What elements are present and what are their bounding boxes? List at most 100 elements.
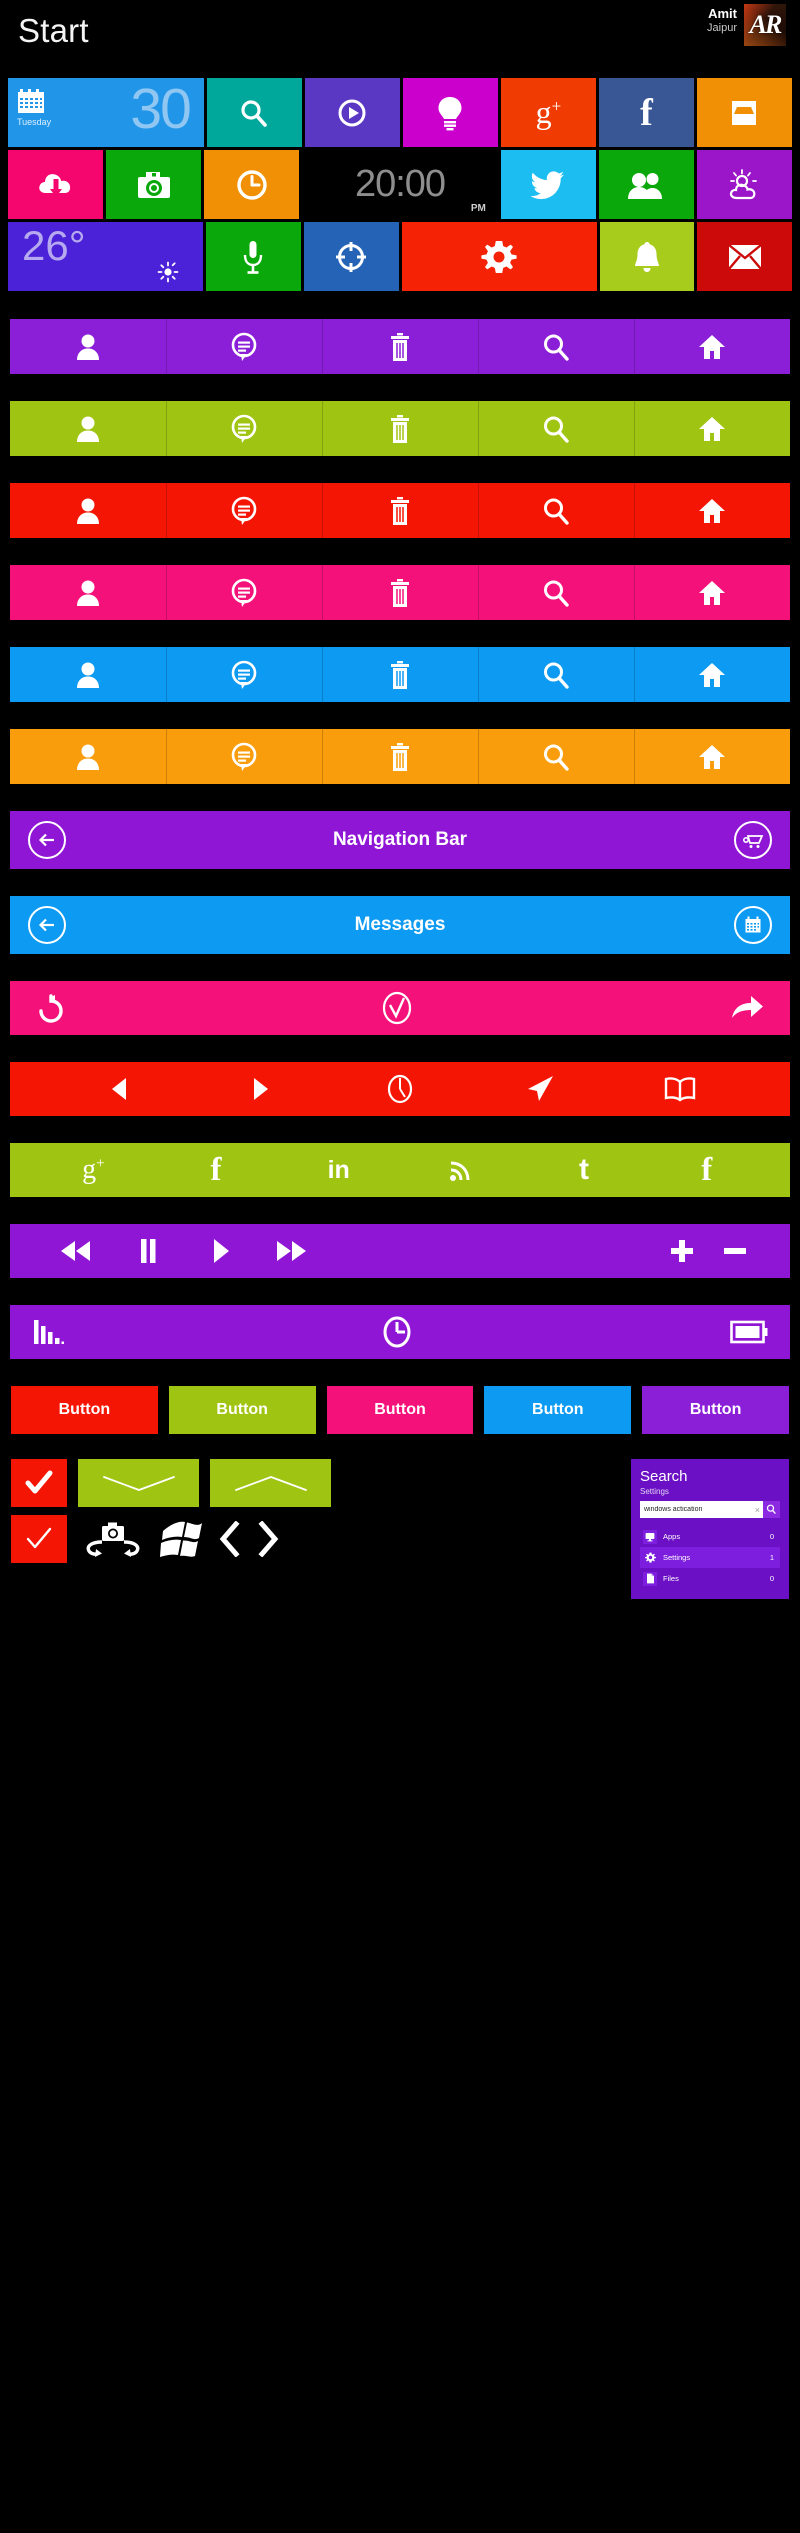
toolbar-home-button[interactable] [634,647,790,702]
signal-bars-icon[interactable] [32,1318,64,1346]
back-arrow-icon[interactable] [28,821,66,859]
search-input-wrapper: × [640,1501,780,1518]
toolbar-home-button[interactable] [634,565,790,620]
chevron-left-icon[interactable] [218,1521,242,1562]
alarm-tile[interactable] [204,150,299,219]
mail-tile[interactable] [697,78,792,147]
user-block[interactable]: Amit Jaipur AR [707,4,786,46]
refresh-button[interactable] [36,993,64,1023]
search-icon[interactable] [763,1501,780,1518]
facebook-button-2[interactable]: f [645,1152,768,1189]
chevron-up-button[interactable] [210,1459,331,1507]
checkbox-checked-thin[interactable] [11,1515,67,1563]
calendar-tile[interactable]: Tuesday 30 [8,78,204,147]
camera-rotate-icon[interactable] [80,1519,144,1564]
linkedin-button[interactable]: in [277,1156,400,1185]
rss-button[interactable] [400,1157,523,1183]
toolbar-person-button[interactable] [10,401,166,456]
toolbar-trash-button[interactable] [322,729,478,784]
facebook-tile[interactable]: f [599,78,694,147]
toolbar-home-button[interactable] [634,319,790,374]
toolbar-search-button[interactable] [478,401,634,456]
facebook-button[interactable]: f [155,1152,278,1189]
toolbar-home-button[interactable] [634,729,790,784]
volume-down-button[interactable] [710,1238,760,1264]
history-button[interactable] [330,1072,470,1106]
toolbar-person-button[interactable] [10,483,166,538]
toolbar-chat-button[interactable] [166,483,322,538]
clock-circle-icon[interactable] [64,1313,730,1351]
pause-button[interactable] [112,1238,184,1264]
button-green[interactable]: Button [169,1386,316,1434]
search-input[interactable] [644,1506,752,1513]
weather-cloud-tile[interactable] [697,150,792,219]
button-blue[interactable]: Button [484,1386,631,1434]
toolbar-trash-button[interactable] [322,401,478,456]
twitter-tile[interactable] [501,150,596,219]
twitter-button[interactable]: t [523,1153,646,1187]
toolbar-chat-button[interactable] [166,647,322,702]
checkbox-checked-solid[interactable] [11,1459,67,1507]
search-row-apps[interactable]: Apps 0 [640,1526,780,1547]
forward-button[interactable] [730,994,764,1022]
toolbar-orange [10,729,790,784]
video-tile[interactable] [305,78,400,147]
toolbar-person-button[interactable] [10,319,166,374]
chevron-down-button[interactable] [78,1459,199,1507]
button-red[interactable]: Button [11,1386,158,1434]
toolbar-trash-button[interactable] [322,647,478,702]
googleplus-button[interactable]: g+ [32,1154,155,1186]
cloud-download-tile[interactable] [8,150,103,219]
volume-up-button[interactable] [654,1238,710,1264]
toolbar-person-button[interactable] [10,729,166,784]
toolbar-trash-button[interactable] [322,565,478,620]
toolbar-search-button[interactable] [478,565,634,620]
search-row-files[interactable]: Files 0 [640,1568,780,1589]
back-arrow-icon[interactable] [28,906,66,944]
battery-icon[interactable] [730,1319,768,1345]
calendar-icon[interactable] [734,906,772,944]
toolbar-chat-button[interactable] [166,401,322,456]
prev-button[interactable] [50,1076,190,1102]
toolbar-search-button[interactable] [478,319,634,374]
toolbar-home-button[interactable] [634,401,790,456]
toolbar-trash-button[interactable] [322,483,478,538]
toolbar-search-button[interactable] [478,647,634,702]
settings-tile[interactable] [402,222,597,291]
envelope-tile[interactable] [697,222,792,291]
avatar[interactable]: AR [744,4,786,46]
rewind-button[interactable] [40,1239,112,1263]
toolbar-chat-button[interactable] [166,319,322,374]
ideas-tile[interactable] [403,78,498,147]
toolbar-chat-button[interactable] [166,729,322,784]
clock-tile[interactable]: 20:00 PM [302,150,498,219]
button-purple[interactable]: Button [642,1386,789,1434]
chevron-right-icon[interactable] [256,1521,280,1562]
alerts-tile[interactable] [600,222,695,291]
toolbar-chat-button[interactable] [166,565,322,620]
fast-forward-button[interactable] [256,1239,328,1263]
googleplus-tile[interactable]: g+ [501,78,596,147]
send-button[interactable] [470,1074,610,1104]
weather-tile[interactable]: 26° [8,222,203,291]
toolbar-trash-button[interactable] [322,319,478,374]
toolbar-person-button[interactable] [10,647,166,702]
toolbar-search-button[interactable] [478,729,634,784]
windows-logo-icon[interactable] [158,1519,204,1564]
search-tile[interactable] [207,78,302,147]
people-tile[interactable] [599,150,694,219]
voice-tile[interactable] [206,222,301,291]
play-button[interactable] [184,1238,256,1264]
clear-icon[interactable]: × [752,1505,763,1515]
next-button[interactable] [190,1076,330,1102]
toolbar-person-button[interactable] [10,565,166,620]
button-pink[interactable]: Button [327,1386,474,1434]
toolbar-search-button[interactable] [478,483,634,538]
bookmarks-button[interactable] [610,1076,750,1102]
confirm-button[interactable] [64,989,730,1027]
location-tile[interactable] [304,222,399,291]
search-row-settings[interactable]: Settings 1 [640,1547,780,1568]
camera-tile[interactable] [106,150,201,219]
toolbar-home-button[interactable] [634,483,790,538]
shopping-cart-icon[interactable] [734,821,772,859]
